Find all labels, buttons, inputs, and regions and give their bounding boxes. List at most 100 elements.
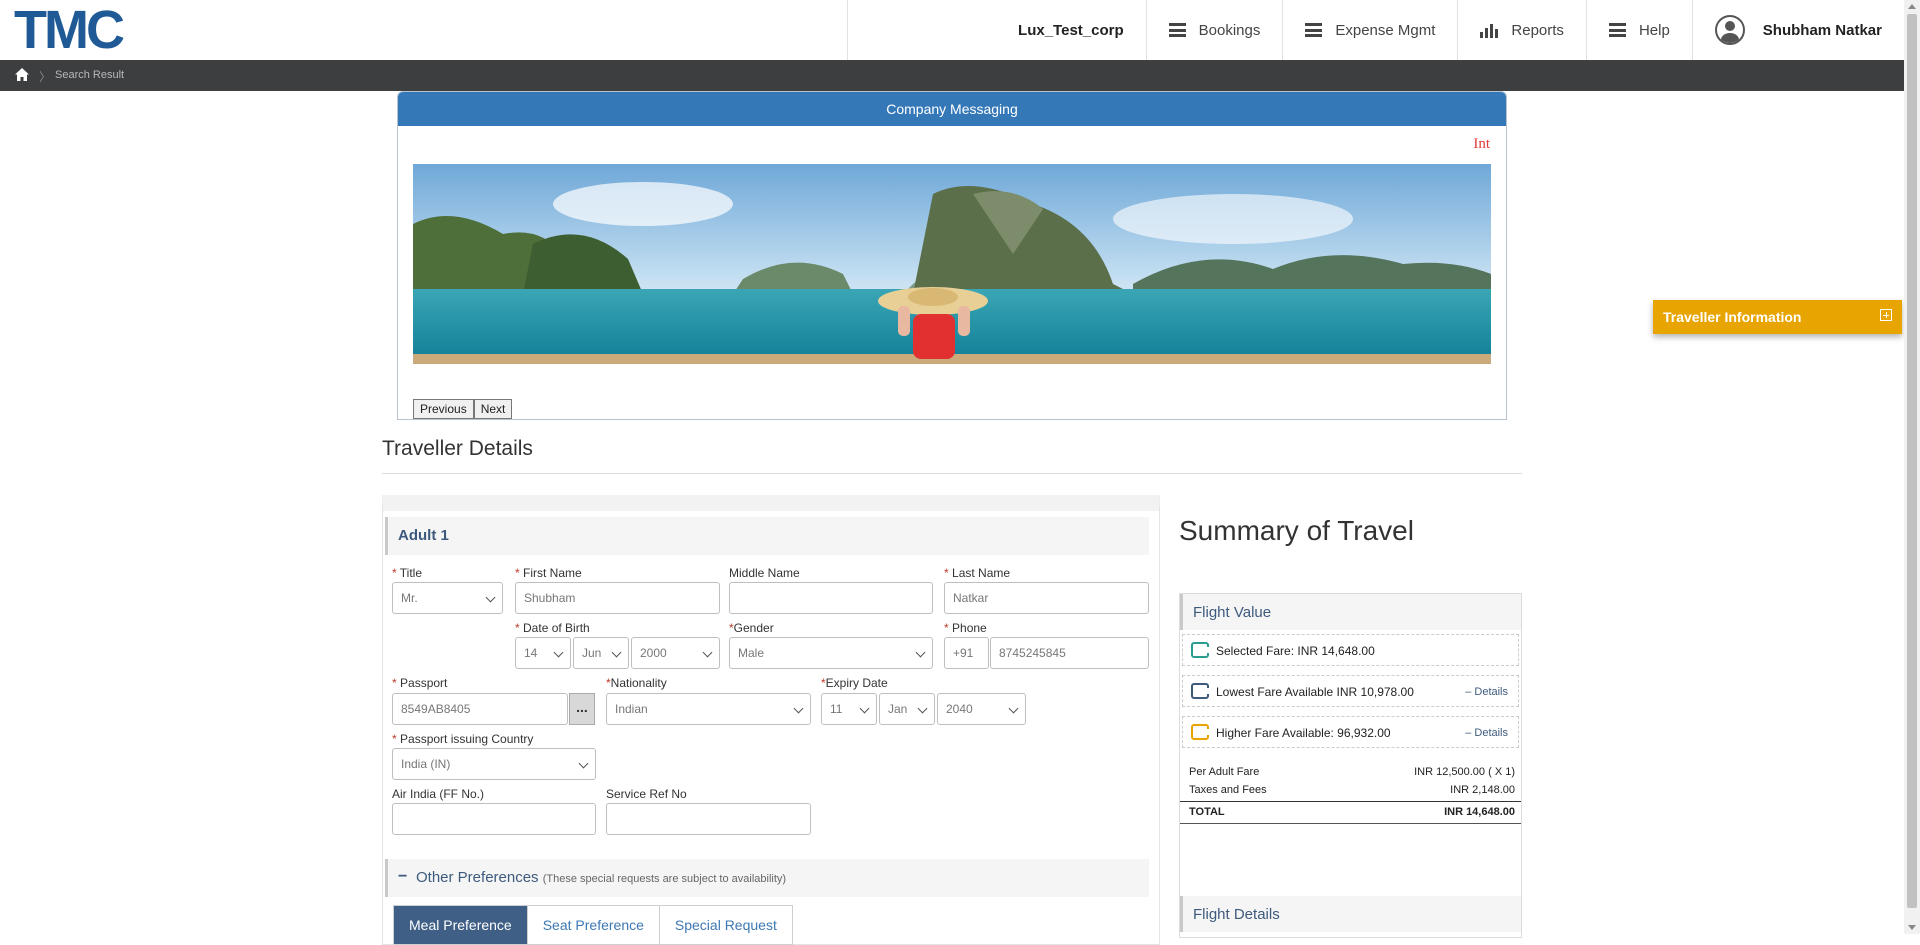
flight-details-title: Flight Details bbox=[1193, 906, 1280, 923]
selected-fare-text: Selected Fare: INR 14,648.00 bbox=[1216, 644, 1375, 658]
dob-month-select[interactable]: Jun bbox=[573, 637, 629, 669]
middle-name-input[interactable] bbox=[729, 582, 933, 614]
menu-icon bbox=[1305, 23, 1323, 37]
page-scrollbar[interactable] bbox=[1904, 0, 1920, 934]
traveller-information-tab[interactable]: Traveller Information bbox=[1653, 300, 1902, 334]
nav-help[interactable]: Help bbox=[1585, 0, 1692, 60]
total-underline bbox=[1180, 823, 1521, 824]
middle-name-label: Middle Name bbox=[729, 566, 800, 580]
user-menu[interactable]: Shubham Natkar bbox=[1691, 0, 1904, 60]
scrollbar-thumb[interactable] bbox=[1907, 14, 1917, 908]
last-name-input[interactable]: Natkar bbox=[944, 582, 1149, 614]
home-icon[interactable] bbox=[15, 68, 29, 81]
tab-seat-preference[interactable]: Seat Preference bbox=[527, 906, 660, 944]
per-adult-fare-row: Per Adult Fare INR 12,500.00 ( X 1) bbox=[1189, 766, 1515, 778]
breadcrumb: 〉 Search Result bbox=[0, 60, 1904, 91]
first-name-label: * First Name bbox=[515, 566, 582, 580]
gender-select[interactable]: Male bbox=[729, 637, 933, 669]
dob-label: * Date of Birth bbox=[515, 621, 590, 635]
total-label: TOTAL bbox=[1189, 806, 1225, 818]
company-messaging-panel: Company Messaging Int Previous Next bbox=[397, 91, 1507, 420]
adult-header: Adult 1 bbox=[385, 517, 1149, 555]
nationality-select[interactable]: Indian bbox=[606, 693, 811, 725]
corp-name: Lux_Test_corp bbox=[847, 0, 1146, 60]
per-adult-fare-label: Per Adult Fare bbox=[1189, 766, 1260, 778]
gender-label: *Gender bbox=[729, 621, 774, 635]
next-button[interactable]: Next bbox=[473, 399, 513, 419]
ff-number-label: Air India (FF No.) bbox=[392, 787, 485, 801]
collapse-minus-icon[interactable]: − bbox=[398, 868, 407, 886]
total-value: INR 14,648.00 bbox=[1444, 806, 1515, 818]
dob-day-select[interactable]: 14 bbox=[515, 637, 571, 669]
other-preferences-header[interactable]: − Other Preferences (These special reque… bbox=[385, 859, 1149, 897]
divider bbox=[382, 473, 1522, 474]
traveller-details-title: Traveller Details bbox=[382, 437, 533, 460]
wallet-icon bbox=[1191, 683, 1209, 699]
flight-details-header[interactable]: Flight Details bbox=[1180, 896, 1521, 932]
service-ref-input[interactable] bbox=[606, 803, 811, 835]
title-select[interactable]: Mr. bbox=[392, 582, 503, 614]
per-adult-fare-value: INR 12,500.00 ( X 1) bbox=[1414, 766, 1515, 778]
nav-help-label: Help bbox=[1638, 21, 1670, 39]
adult-label: Adult 1 bbox=[398, 527, 449, 544]
breadcrumb-separator: 〉 bbox=[39, 70, 52, 84]
passport-lookup-button[interactable]: ... bbox=[569, 693, 595, 725]
ff-number-input[interactable] bbox=[392, 803, 596, 835]
phone-input[interactable]: 8745245845 bbox=[990, 637, 1149, 669]
other-preferences-title: Other Preferences (These special request… bbox=[416, 869, 787, 886]
preferences-tabs: Meal Preference Seat Preference Special … bbox=[393, 905, 793, 945]
passport-input[interactable]: 8549AB8405 bbox=[392, 693, 568, 725]
expiry-day-select[interactable]: 11 bbox=[821, 693, 877, 725]
total-divider bbox=[1180, 801, 1521, 802]
bar-chart-icon bbox=[1480, 22, 1499, 38]
service-ref-label: Service Ref No bbox=[606, 787, 687, 801]
previous-button[interactable]: Previous bbox=[413, 399, 474, 419]
flight-value-header: Flight Value bbox=[1180, 594, 1521, 630]
nav-bookings[interactable]: Bookings bbox=[1145, 0, 1283, 60]
expand-plus-icon[interactable] bbox=[1880, 309, 1892, 321]
lowest-fare-details-link[interactable]: – Details bbox=[1465, 686, 1508, 698]
scroll-down-arrow-icon[interactable] bbox=[1908, 925, 1916, 930]
flight-value-title: Flight Value bbox=[1193, 604, 1272, 621]
passport-label: * Passport bbox=[392, 676, 448, 690]
taxes-row: Taxes and Fees INR 2,148.00 bbox=[1189, 784, 1515, 796]
expiry-date-label: *Expiry Date bbox=[821, 676, 888, 690]
company-messaging-title: Company Messaging bbox=[398, 92, 1506, 126]
tab-meal-preference[interactable]: Meal Preference bbox=[394, 906, 528, 944]
dob-year-select[interactable]: 2000 bbox=[631, 637, 720, 669]
issuing-country-select[interactable]: India (IN) bbox=[392, 748, 596, 780]
expiry-year-select[interactable]: 2040 bbox=[937, 693, 1026, 725]
nav-bookings-label: Bookings bbox=[1198, 21, 1261, 39]
higher-fare-text: Higher Fare Available: 96,932.00 bbox=[1216, 726, 1391, 740]
traveller-form-panel: Adult 1 * Title Mr. * First Name Shubham… bbox=[382, 495, 1160, 945]
nav-expense-mgmt[interactable]: Expense Mgmt bbox=[1282, 0, 1457, 60]
marquee-text: Int bbox=[1473, 136, 1490, 152]
higher-fare-details-link[interactable]: – Details bbox=[1465, 727, 1508, 739]
lowest-fare-row: Lowest Fare Available INR 10,978.00 – De… bbox=[1182, 675, 1519, 707]
tmc-logo[interactable]: TMC bbox=[14, 3, 125, 57]
main-nav: Lux_Test_corp Bookings Expense Mgmt Repo… bbox=[847, 0, 1904, 60]
menu-icon bbox=[1608, 23, 1626, 37]
phone-code-input[interactable]: +91 bbox=[944, 637, 989, 669]
higher-fare-row: Higher Fare Available: 96,932.00 – Detai… bbox=[1182, 716, 1519, 748]
lowest-fare-text: Lowest Fare Available INR 10,978.00 bbox=[1216, 685, 1414, 699]
nav-reports[interactable]: Reports bbox=[1457, 0, 1586, 60]
traveller-information-label: Traveller Information bbox=[1663, 309, 1802, 325]
expiry-month-select[interactable]: Jan bbox=[879, 693, 935, 725]
banner-image bbox=[413, 164, 1491, 364]
menu-icon bbox=[1168, 23, 1186, 37]
tab-special-request[interactable]: Special Request bbox=[659, 906, 792, 944]
summary-title: Summary of Travel bbox=[1179, 515, 1414, 546]
breadcrumb-current: Search Result bbox=[55, 69, 125, 81]
nav-reports-label: Reports bbox=[1511, 21, 1564, 39]
first-name-input[interactable]: Shubham bbox=[515, 582, 720, 614]
total-row: TOTAL INR 14,648.00 bbox=[1189, 806, 1515, 818]
preferences-note: (These special requests are subject to a… bbox=[542, 873, 787, 885]
flight-value-panel: Flight Value Selected Fare: INR 14,648.0… bbox=[1179, 593, 1522, 938]
scroll-up-arrow-icon[interactable] bbox=[1908, 4, 1916, 9]
nav-expense-label: Expense Mgmt bbox=[1335, 21, 1436, 39]
top-header: TMC Lux_Test_corp Bookings Expense Mgmt … bbox=[0, 0, 1904, 60]
title-label: * Title bbox=[392, 566, 423, 580]
taxes-label: Taxes and Fees bbox=[1189, 784, 1267, 796]
wallet-icon bbox=[1191, 724, 1209, 740]
